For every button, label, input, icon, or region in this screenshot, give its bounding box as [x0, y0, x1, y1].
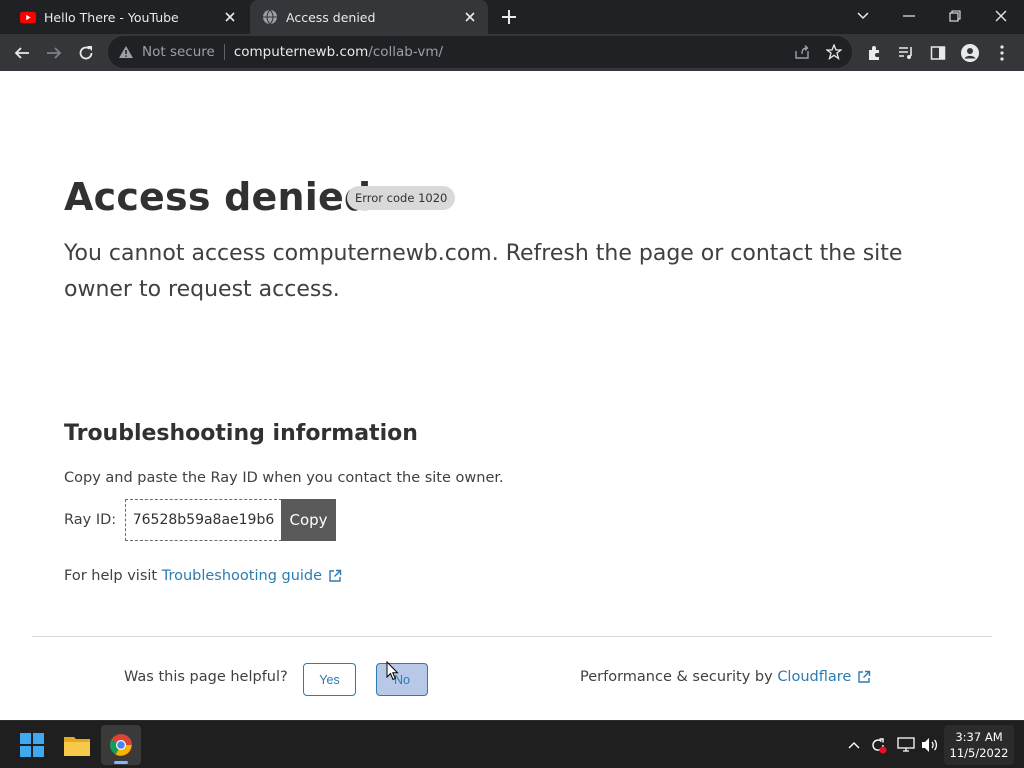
- file-explorer-icon[interactable]: [57, 725, 97, 765]
- perf-prefix: Performance & security by: [580, 669, 773, 685]
- forward-icon[interactable]: [40, 39, 68, 67]
- help-line: For help visit Troubleshooting guide: [64, 568, 342, 584]
- error-code-badge: Error code 1020: [347, 186, 456, 210]
- system-clock[interactable]: 3:37 AM 11/5/2022: [944, 725, 1014, 765]
- footer-divider: [32, 636, 992, 637]
- close-tab-icon[interactable]: [220, 7, 240, 27]
- tab-access-denied[interactable]: Access denied: [250, 0, 488, 34]
- url-host[interactable]: computernewb.com: [234, 44, 368, 60]
- share-icon[interactable]: [792, 42, 812, 62]
- error-message: You cannot access computernewb.com. Refr…: [64, 241, 903, 302]
- sync-alert-icon[interactable]: [868, 735, 888, 755]
- warning-icon[interactable]: [118, 44, 134, 60]
- url-path[interactable]: /collab-vm/: [368, 44, 443, 60]
- help-prefix: For help visit: [64, 568, 158, 584]
- youtube-icon: [20, 9, 36, 25]
- tab-strip: Hello There - YouTube Access denied: [0, 0, 1024, 34]
- new-tab-icon[interactable]: [499, 7, 519, 27]
- active-app-indicator: [114, 761, 128, 764]
- bookmark-star-icon[interactable]: [824, 42, 844, 62]
- menu-kebab-icon[interactable]: [988, 39, 1016, 67]
- profile-icon[interactable]: [956, 39, 984, 67]
- clock-time: 3:37 AM: [955, 730, 1003, 744]
- extensions-icon[interactable]: [860, 39, 888, 67]
- copy-button[interactable]: Copy: [281, 499, 336, 541]
- media-control-icon[interactable]: [892, 39, 920, 67]
- no-button[interactable]: No: [376, 663, 428, 696]
- clock-date: 11/5/2022: [949, 746, 1009, 760]
- side-panel-icon[interactable]: [924, 39, 952, 67]
- security-label[interactable]: Not secure: [142, 44, 215, 60]
- page-title: Access denied: [64, 175, 372, 219]
- omnibox-separator: [223, 44, 225, 60]
- globe-icon: [262, 9, 278, 25]
- tab-title: Access denied: [286, 9, 376, 25]
- troubleshooting-guide-link[interactable]: Troubleshooting guide: [162, 568, 322, 584]
- reload-icon[interactable]: [72, 39, 100, 67]
- page-content: Access denied Error code 1020 You cannot…: [0, 71, 1024, 720]
- browser-toolbar: Not secure computernewb.com /collab-vm/: [0, 34, 1024, 71]
- address-bar[interactable]: Not secure computernewb.com /collab-vm/: [108, 36, 852, 68]
- volume-icon[interactable]: [920, 735, 940, 755]
- windows-start-icon[interactable]: [12, 725, 52, 765]
- restore-icon[interactable]: [932, 0, 978, 32]
- network-icon[interactable]: [896, 735, 916, 755]
- back-icon[interactable]: [8, 39, 36, 67]
- show-hidden-icons-icon[interactable]: [844, 735, 864, 755]
- cloudflare-link[interactable]: Cloudflare: [777, 669, 851, 685]
- performance-credit: Performance & security by Cloudflare: [580, 669, 871, 685]
- helpful-question: Was this page helpful?: [124, 669, 288, 685]
- tab-youtube[interactable]: Hello There - YouTube: [8, 0, 248, 34]
- tab-search-icon[interactable]: [840, 0, 886, 32]
- close-tab-icon[interactable]: [460, 7, 480, 27]
- yes-button[interactable]: Yes: [303, 663, 356, 696]
- taskbar: 3:37 AM 11/5/2022: [0, 720, 1024, 768]
- ray-instruction: Copy and paste the Ray ID when you conta…: [64, 470, 504, 486]
- minimize-icon[interactable]: [886, 0, 932, 32]
- close-window-icon[interactable]: [978, 0, 1024, 32]
- ray-id-value[interactable]: 76528b59a8ae19b6: [125, 499, 282, 541]
- ray-id-label: Ray ID:: [64, 512, 117, 528]
- chrome-icon[interactable]: [101, 725, 141, 765]
- tab-title: Hello There - YouTube: [44, 9, 179, 25]
- troubleshooting-heading: Troubleshooting information: [64, 421, 418, 446]
- external-link-icon[interactable]: [857, 670, 871, 684]
- external-link-icon[interactable]: [328, 569, 342, 583]
- mouse-cursor-icon: [386, 661, 399, 681]
